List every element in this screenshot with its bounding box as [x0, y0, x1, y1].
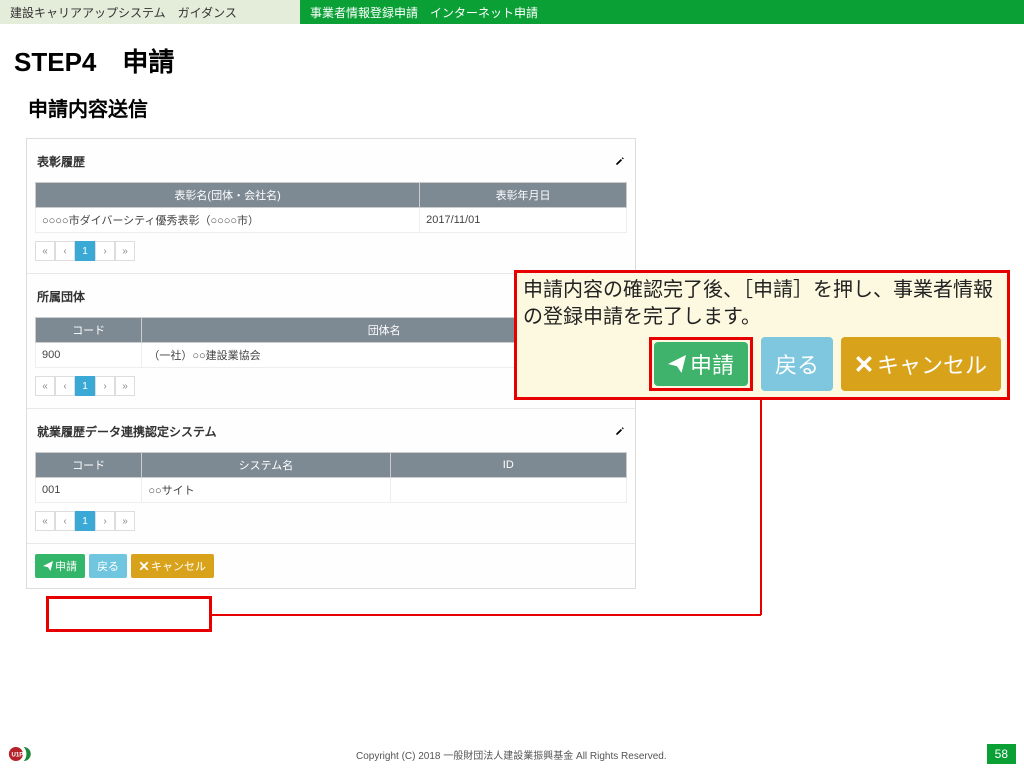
connector-line [760, 400, 762, 615]
awards-table: 表彰名(団体・会社名) 表彰年月日 ○○○○市ダイバーシティ優秀表彰（○○○○市… [35, 182, 627, 233]
systems-heading: 就業履歴データ連携認定システム [37, 423, 217, 440]
buttons-highlight [46, 596, 212, 632]
pager-last[interactable]: » [115, 376, 135, 396]
logo-icon: U1P [8, 743, 36, 765]
awards-heading: 表彰履歴 [37, 153, 85, 170]
page-subtitle: 申請内容送信 [0, 89, 1024, 138]
pager-prev[interactable]: ‹ [55, 511, 75, 531]
page-number: 58 [987, 744, 1016, 764]
footer: U1P Copyright (C) 2018 一般財団法人建設業振興基金 All… [0, 740, 1024, 768]
table-row: ○○○○市ダイバーシティ優秀表彰（○○○○市） 2017/11/01 [36, 208, 627, 233]
col-code: コード [36, 318, 142, 343]
section-title: 事業者情報登録申請 インターネット申請 [300, 0, 1024, 24]
top-bar: 建設キャリアアップシステム ガイダンス 事業者情報登録申請 インターネット申請 [0, 0, 1024, 24]
cancel-button[interactable]: キャンセル [131, 554, 214, 578]
pager-last[interactable]: » [115, 241, 135, 261]
pager-prev[interactable]: ‹ [55, 241, 75, 261]
pager-first[interactable]: « [35, 241, 55, 261]
cancel-button-large[interactable]: キャンセル [841, 337, 1001, 391]
close-icon [855, 355, 873, 373]
close-icon [139, 561, 149, 571]
action-buttons: 申請 戻る キャンセル [27, 544, 635, 588]
pager-next[interactable]: › [95, 511, 115, 531]
apply-highlight: 申請 [649, 337, 753, 391]
pager-page[interactable]: 1 [75, 511, 95, 531]
pager: « ‹ 1 › » [35, 511, 627, 531]
awards-section: 表彰履歴 表彰名(団体・会社名) 表彰年月日 ○○○○市ダイバーシティ優秀表彰（… [27, 139, 635, 274]
col-id: ID [390, 453, 626, 478]
pager-page[interactable]: 1 [75, 241, 95, 261]
pager: « ‹ 1 › » [35, 241, 627, 261]
systems-table: コード システム名 ID 001 ○○サイト [35, 452, 627, 503]
edit-icon[interactable] [615, 155, 625, 169]
pager-next[interactable]: › [95, 241, 115, 261]
guidance-title: 建設キャリアアップシステム ガイダンス [0, 0, 300, 24]
pager-first[interactable]: « [35, 376, 55, 396]
edit-icon[interactable] [615, 425, 625, 439]
col-award-date: 表彰年月日 [420, 183, 627, 208]
orgs-heading: 所属団体 [37, 288, 85, 305]
pager-last[interactable]: » [115, 511, 135, 531]
copyright: Copyright (C) 2018 一般財団法人建設業振興基金 All Rig… [36, 747, 987, 762]
table-row: 001 ○○サイト [36, 478, 627, 503]
pager-prev[interactable]: ‹ [55, 376, 75, 396]
systems-section: 就業履歴データ連携認定システム コード システム名 ID 001 ○○サイト [27, 409, 635, 544]
paper-plane-icon [668, 355, 686, 373]
back-button-large[interactable]: 戻る [761, 337, 833, 391]
col-award-name: 表彰名(団体・会社名) [36, 183, 420, 208]
callout-text: 申請内容の確認完了後、［申請］を押し、事業者情報の登録申請を完了します。 [523, 277, 1001, 331]
apply-button[interactable]: 申請 [35, 554, 85, 578]
connector-line [212, 614, 761, 616]
instruction-callout: 申請内容の確認完了後、［申請］を押し、事業者情報の登録申請を完了します。 申請 … [514, 270, 1010, 400]
col-system-name: システム名 [142, 453, 390, 478]
pager-next[interactable]: › [95, 376, 115, 396]
pager-first[interactable]: « [35, 511, 55, 531]
col-code: コード [36, 453, 142, 478]
apply-button-large[interactable]: 申請 [654, 342, 748, 386]
step-title: STEP4 申請 [0, 24, 1024, 89]
back-button[interactable]: 戻る [89, 554, 127, 578]
paper-plane-icon [43, 561, 53, 571]
svg-text:U1P: U1P [12, 752, 24, 759]
pager-page[interactable]: 1 [75, 376, 95, 396]
